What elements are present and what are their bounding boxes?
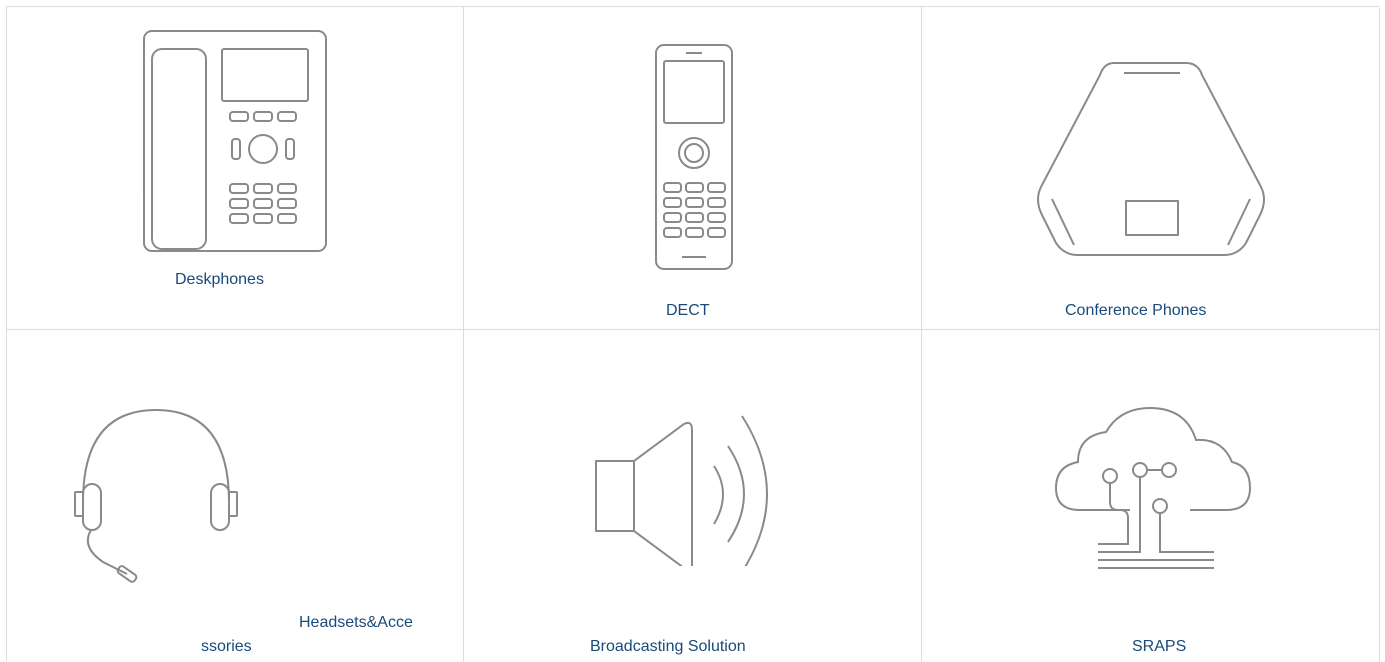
product-tile-headsets-accessories[interactable]: Headsets&Acce ssories — [7, 330, 464, 662]
cloud-network-icon[interactable] — [1050, 402, 1256, 582]
product-label-dect[interactable]: DECT — [666, 302, 710, 320]
dect-phone-icon[interactable] — [652, 43, 738, 273]
product-label-headsets-accessories-line1[interactable]: Headsets&Acce — [299, 614, 413, 632]
product-tile-dect[interactable]: DECT — [464, 7, 922, 330]
product-tile-sraps[interactable]: SRAPS — [922, 330, 1380, 662]
product-tile-conference-phones[interactable]: Conference Phones — [922, 7, 1380, 330]
conference-phone-icon[interactable] — [1034, 59, 1268, 259]
product-label-sraps[interactable]: SRAPS — [1132, 638, 1186, 656]
product-label-headsets-accessories-line2[interactable]: ssories — [201, 638, 252, 656]
product-category-grid: Deskphones DECT Conference Phones Headse… — [6, 6, 1380, 662]
headset-icon[interactable] — [61, 402, 251, 587]
product-label-deskphones[interactable]: Deskphones — [175, 271, 264, 289]
product-label-broadcasting-solution[interactable]: Broadcasting Solution — [590, 638, 746, 656]
product-tile-deskphones[interactable]: Deskphones — [7, 7, 464, 330]
product-tile-broadcasting-solution[interactable]: Broadcasting Solution — [464, 330, 922, 662]
product-label-conference-phones[interactable]: Conference Phones — [1065, 302, 1206, 320]
speaker-icon[interactable] — [592, 406, 802, 566]
deskphone-icon[interactable] — [142, 29, 328, 255]
